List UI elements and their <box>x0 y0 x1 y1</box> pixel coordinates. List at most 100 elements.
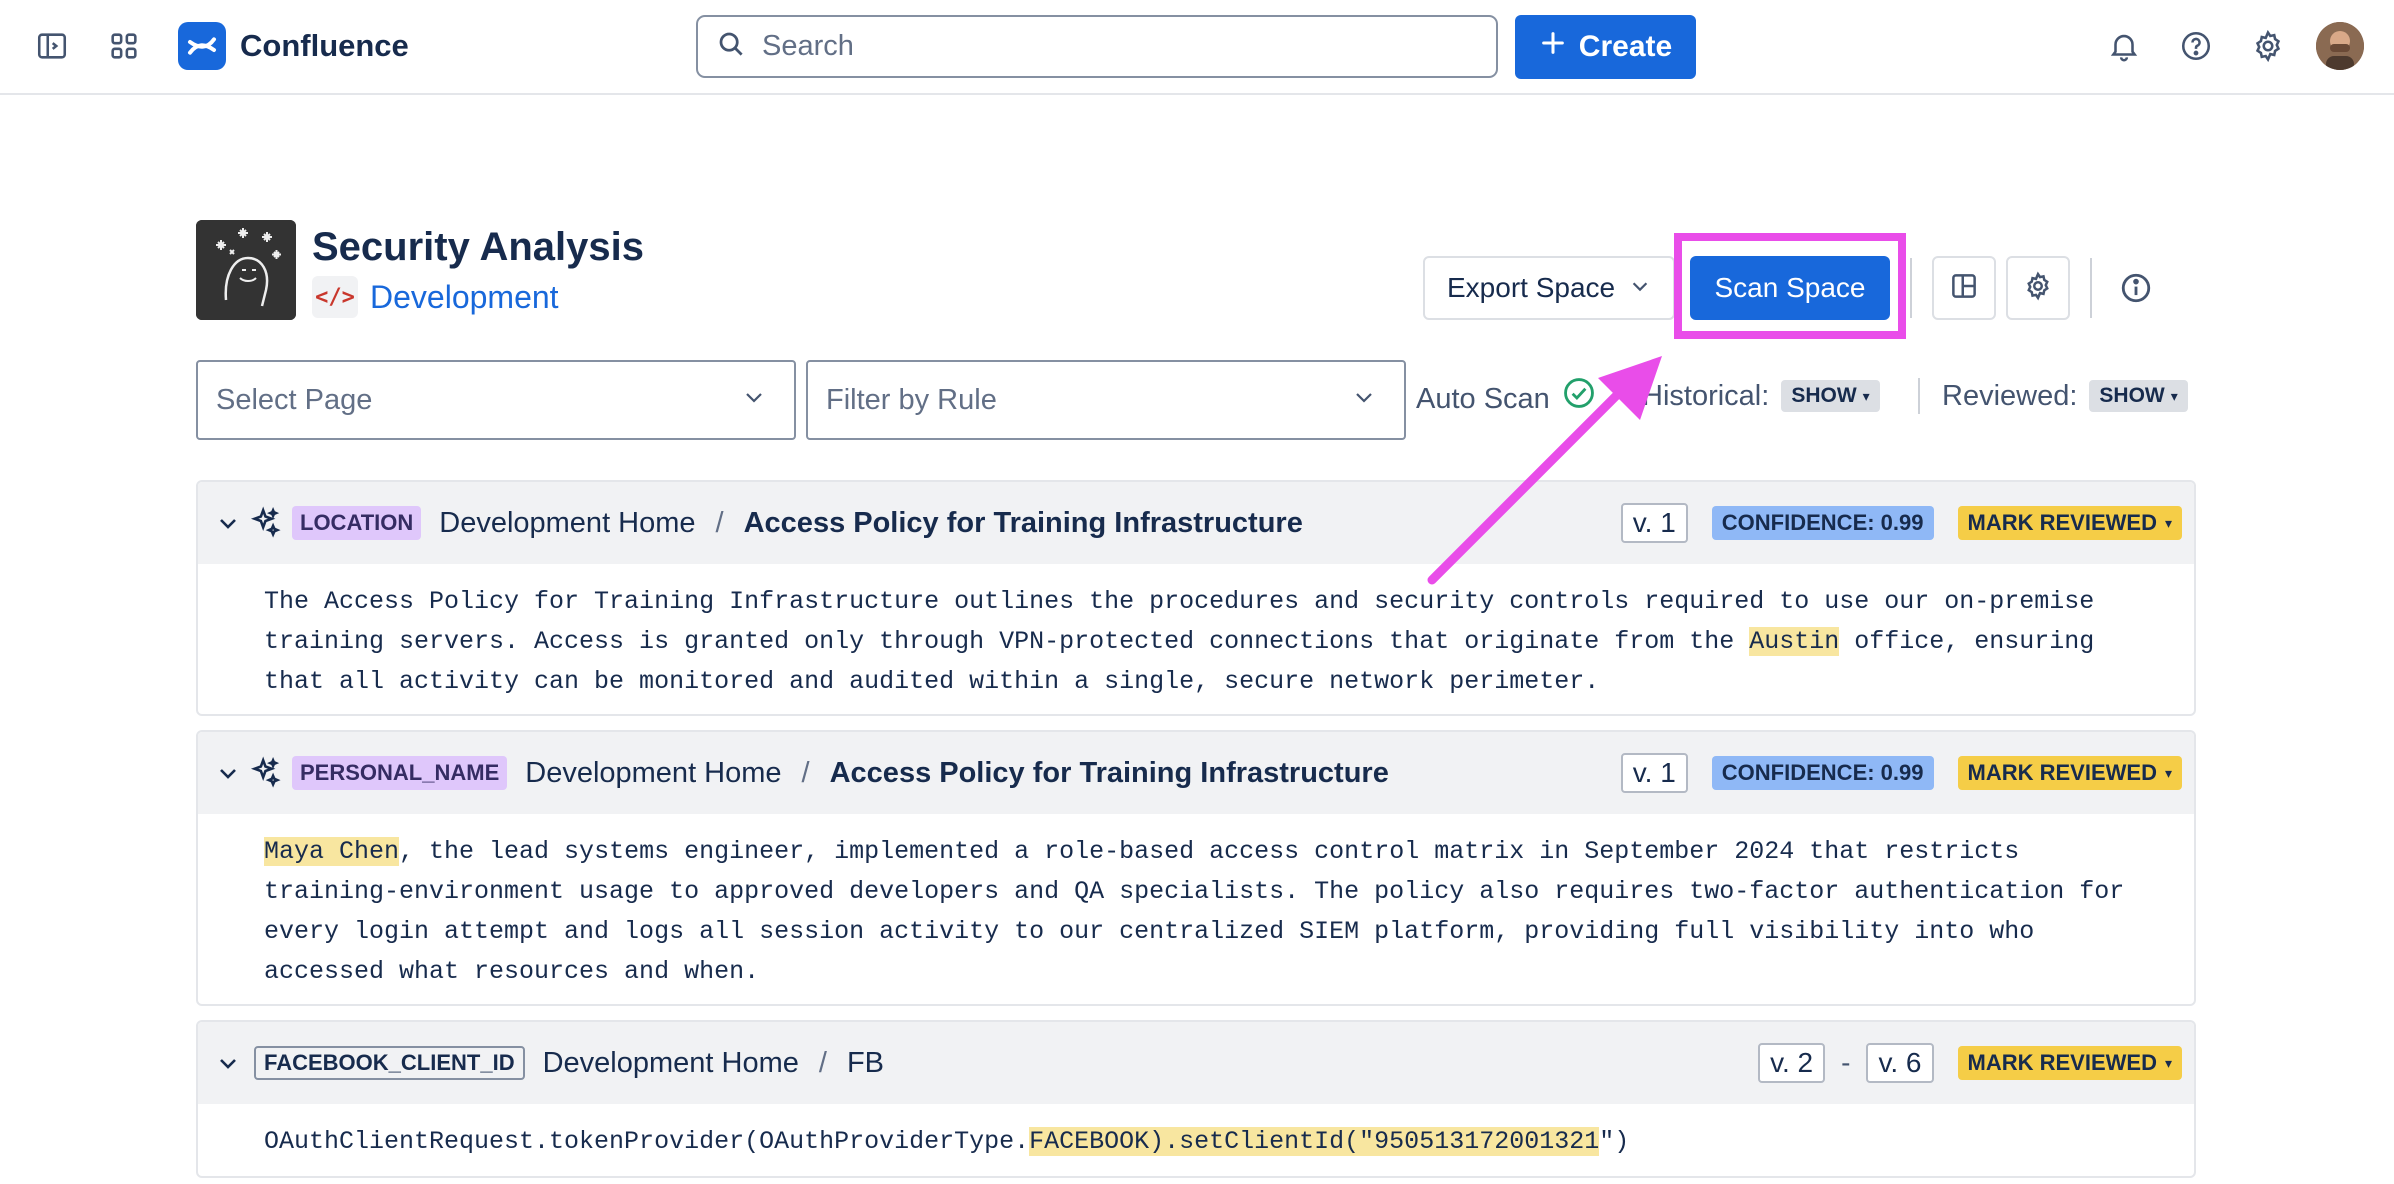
version-badge: v. 1 <box>1620 503 1688 543</box>
filter-by-rule-dropdown[interactable]: Filter by Rule <box>806 360 1406 440</box>
reviewed-value: SHOW <box>2099 384 2165 407</box>
result-snippet: Maya Chen, the lead systems engineer, im… <box>198 814 2194 1004</box>
create-button[interactable]: Create <box>1515 15 1696 79</box>
search-box[interactable] <box>696 15 1498 78</box>
caret-down-icon: ▾ <box>2164 515 2172 531</box>
historical-label: Historical: <box>1642 380 1770 412</box>
version-from-badge: v. 2 <box>1758 1043 1826 1083</box>
snippet-match-highlight: Maya Chen <box>264 837 400 866</box>
version-badge: v. 1 <box>1620 753 1688 793</box>
snippet-text: , the lead systems engineer, implemented… <box>264 837 2125 986</box>
result-header-actions: v. 1 CONFIDENCE: 0.99 MARK REVIEWED ▾ <box>1620 482 2182 564</box>
caret-down-icon: ▾ <box>2170 388 2178 404</box>
mark-reviewed-label: MARK REVIEWED <box>1967 510 2157 535</box>
space-avatar <box>196 220 296 320</box>
result-header-actions: v. 1 CONFIDENCE: 0.99 MARK REVIEWED ▾ <box>1620 732 2182 814</box>
reviewed-show-dropdown[interactable]: SHOW ▾ <box>2089 380 2188 412</box>
filter-by-rule-placeholder: Filter by Rule <box>826 383 997 416</box>
breadcrumb-separator: / <box>801 756 810 789</box>
confidence-badge: CONFIDENCE: 0.99 <box>1711 756 1934 790</box>
help-icon[interactable] <box>2172 22 2220 70</box>
mark-reviewed-label: MARK REVIEWED <box>1967 1050 2157 1075</box>
scan-space-button[interactable]: Scan Space <box>1690 256 1890 320</box>
rule-tag: FACEBOOK_CLIENT_ID <box>254 1046 525 1080</box>
user-avatar[interactable] <box>2316 22 2364 70</box>
layout-toggle-button[interactable] <box>1932 256 1996 320</box>
filter-divider <box>1918 378 1920 414</box>
mark-reviewed-button[interactable]: MARK REVIEWED ▾ <box>1957 756 2182 790</box>
scan-result-card: FACEBOOK_CLIENT_ID Development Home / FB… <box>196 1020 2196 1178</box>
breadcrumb-page[interactable]: Access Policy for Training Infrastructur… <box>830 757 1389 790</box>
mark-reviewed-label: MARK REVIEWED <box>1967 760 2157 785</box>
result-snippet: OAuthClientRequest.tokenProvider(OAuthPr… <box>198 1104 2194 1176</box>
search-icon <box>716 29 746 64</box>
confidence-badge: CONFIDENCE: 0.99 <box>1711 506 1934 540</box>
version-range-dash: - <box>1841 1047 1851 1078</box>
result-header-actions: v. 2 - v. 6 MARK REVIEWED ▾ <box>1758 1022 2182 1104</box>
historical-filter: Historical: SHOW ▾ <box>1642 376 1880 416</box>
plus-icon <box>1539 29 1567 65</box>
space-title: Security Analysis <box>312 225 645 269</box>
chevron-down-icon <box>1352 384 1376 417</box>
code-icon: </> <box>312 276 358 318</box>
check-circle-icon <box>1562 376 1596 421</box>
breadcrumb-root[interactable]: Development Home <box>439 507 695 540</box>
mark-reviewed-button[interactable]: MARK REVIEWED ▾ <box>1957 1046 2182 1080</box>
export-space-button[interactable]: Export Space <box>1423 256 1675 320</box>
ai-sparkle-icon <box>246 753 286 793</box>
breadcrumb-root[interactable]: Development Home <box>525 757 781 790</box>
chevron-down-icon[interactable] <box>210 761 246 785</box>
snippet-match-highlight: Austin <box>1749 627 1840 656</box>
notifications-bell-icon[interactable] <box>2100 22 2148 70</box>
app-switcher-icon[interactable] <box>100 22 148 70</box>
breadcrumb-page[interactable]: FB <box>847 1047 884 1080</box>
result-header[interactable]: LOCATION Development Home / Access Polic… <box>198 482 2194 564</box>
reviewed-label: Reviewed: <box>1942 380 2078 412</box>
snippet-text: OAuthClientRequest.tokenProvider(OAuthPr… <box>264 1127 1030 1156</box>
space-settings-button[interactable] <box>2006 256 2070 320</box>
toolbar-divider <box>2090 258 2092 318</box>
gear-icon <box>2023 270 2053 306</box>
chevron-down-icon[interactable] <box>210 511 246 535</box>
breadcrumb-separator: / <box>715 506 724 539</box>
chevron-down-icon <box>1629 272 1651 304</box>
top-navigation-bar: Confluence Create <box>0 0 2394 95</box>
search-input[interactable] <box>762 30 1462 63</box>
sidebar-toggle-icon[interactable] <box>28 22 76 70</box>
scan-result-card: PERSONAL_NAME Development Home / Access … <box>196 730 2196 1006</box>
caret-down-icon: ▾ <box>1862 388 1870 404</box>
breadcrumb-root[interactable]: Development Home <box>543 1047 799 1080</box>
caret-down-icon: ▾ <box>2164 765 2172 781</box>
layout-panel-icon <box>1949 271 1979 306</box>
version-to-badge: v. 6 <box>1866 1043 1934 1083</box>
caret-down-icon: ▾ <box>2164 1055 2172 1071</box>
select-page-placeholder: Select Page <box>216 383 373 416</box>
auto-scan-toggle[interactable]: Auto Scan <box>1416 376 1596 421</box>
toolbar-divider <box>1910 258 1912 318</box>
result-snippet: The Access Policy for Training Infrastru… <box>198 564 2194 714</box>
snippet-text: ") <box>1599 1127 1630 1156</box>
historical-show-dropdown[interactable]: SHOW ▾ <box>1781 380 1880 412</box>
result-header[interactable]: PERSONAL_NAME Development Home / Access … <box>198 732 2194 814</box>
select-page-dropdown[interactable]: Select Page <box>196 360 796 440</box>
mark-reviewed-button[interactable]: MARK REVIEWED ▾ <box>1957 506 2182 540</box>
breadcrumb-page[interactable]: Access Policy for Training Infrastructur… <box>744 507 1303 540</box>
rule-tag: LOCATION <box>292 506 422 540</box>
breadcrumb-separator: / <box>818 1046 827 1079</box>
scan-result-card: LOCATION Development Home / Access Polic… <box>196 480 2196 716</box>
confluence-logo-icon[interactable] <box>178 22 226 70</box>
snippet-match-highlight: FACEBOOK).setClientId("950513172001321 <box>1029 1127 1600 1156</box>
export-space-label: Export Space <box>1447 272 1616 303</box>
chevron-down-icon[interactable] <box>210 1051 246 1075</box>
historical-value: SHOW <box>1791 384 1857 407</box>
rule-tag: PERSONAL_NAME <box>292 756 508 790</box>
ai-sparkle-icon <box>246 503 286 543</box>
reviewed-filter: Reviewed: SHOW ▾ <box>1942 376 2188 416</box>
app-brand-name[interactable]: Confluence <box>240 24 409 68</box>
info-icon[interactable] <box>2112 264 2160 312</box>
chevron-down-icon <box>742 384 766 417</box>
settings-gear-icon[interactable] <box>2244 22 2292 70</box>
space-breadcrumb: </> Development <box>312 276 559 318</box>
space-category-link[interactable]: Development <box>370 277 559 317</box>
result-header[interactable]: FACEBOOK_CLIENT_ID Development Home / FB… <box>198 1022 2194 1104</box>
